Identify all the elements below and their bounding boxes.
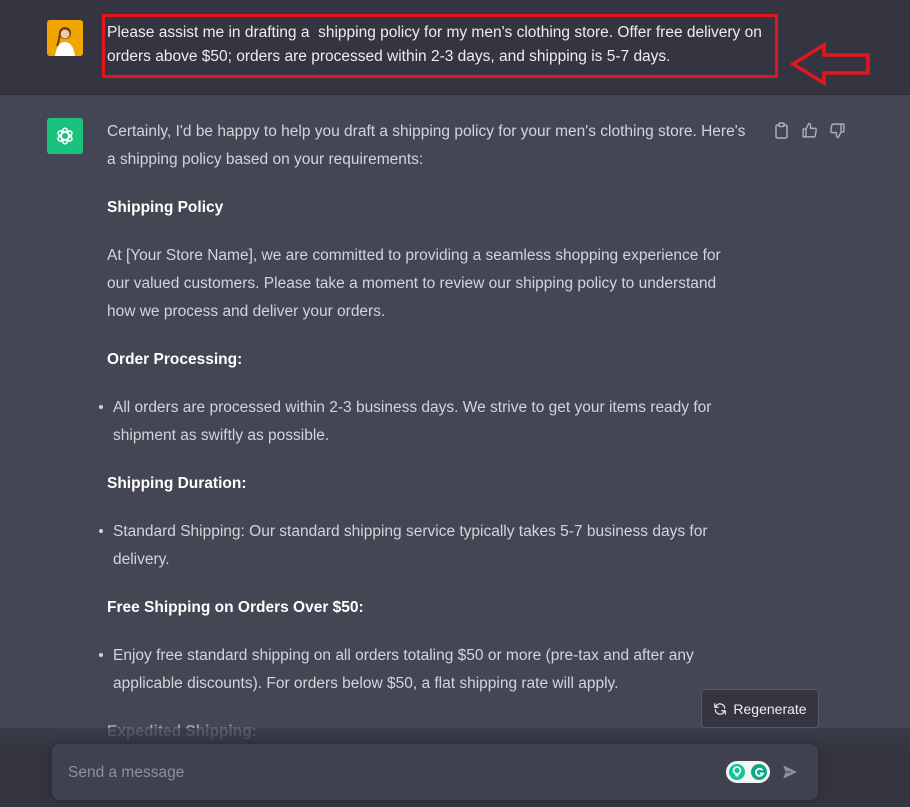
user-avatar <box>47 20 83 56</box>
assistant-avatar <box>47 118 83 154</box>
openai-logo-icon <box>57 127 73 145</box>
list-item: All orders are processed within 2-3 busi… <box>99 394 747 450</box>
section-list-order-processing: All orders are processed within 2-3 busi… <box>99 394 747 450</box>
left-arrow-annotation <box>790 42 870 86</box>
user-message-row: Please assist me in drafting a shipping … <box>0 0 910 95</box>
section-list-shipping-duration: Standard Shipping: Our standard shipping… <box>99 518 747 574</box>
section-title-shipping-duration: Shipping Duration: <box>107 475 247 492</box>
regenerate-label: Regenerate <box>733 700 807 717</box>
thumbs-up-icon[interactable] <box>799 120 819 140</box>
lightbulb-icon[interactable] <box>729 764 745 780</box>
grammarly-icon[interactable] <box>751 764 767 780</box>
grammarly-badges[interactable] <box>726 761 770 783</box>
assistant-intro: Certainly, I'd be happy to help you draf… <box>107 123 746 168</box>
refresh-icon <box>714 702 727 715</box>
regenerate-button[interactable]: Regenerate <box>701 689 819 728</box>
section-list-free-shipping: Enjoy free standard shipping on all orde… <box>99 642 747 698</box>
message-actions <box>771 120 847 140</box>
assistant-message-content: Certainly, I'd be happy to help you draf… <box>99 118 747 746</box>
thumbs-down-icon[interactable] <box>827 120 847 140</box>
send-icon <box>783 765 797 779</box>
section-title-order-processing: Order Processing: <box>107 351 243 368</box>
policy-paragraph: At [Your Store Name], we are committed t… <box>107 247 721 320</box>
clipboard-icon[interactable] <box>771 120 791 140</box>
section-title-free-shipping: Free Shipping on Orders Over $50: <box>107 599 364 616</box>
list-item: Standard Shipping: Our standard shipping… <box>99 518 747 574</box>
highlight-box <box>102 14 778 78</box>
policy-heading: Shipping Policy <box>107 199 224 216</box>
message-composer <box>52 744 818 802</box>
send-button[interactable] <box>779 761 801 783</box>
chat-page: Please assist me in drafting a shipping … <box>0 0 910 807</box>
list-item: Enjoy free standard shipping on all orde… <box>99 642 747 698</box>
message-input[interactable] <box>66 744 710 802</box>
